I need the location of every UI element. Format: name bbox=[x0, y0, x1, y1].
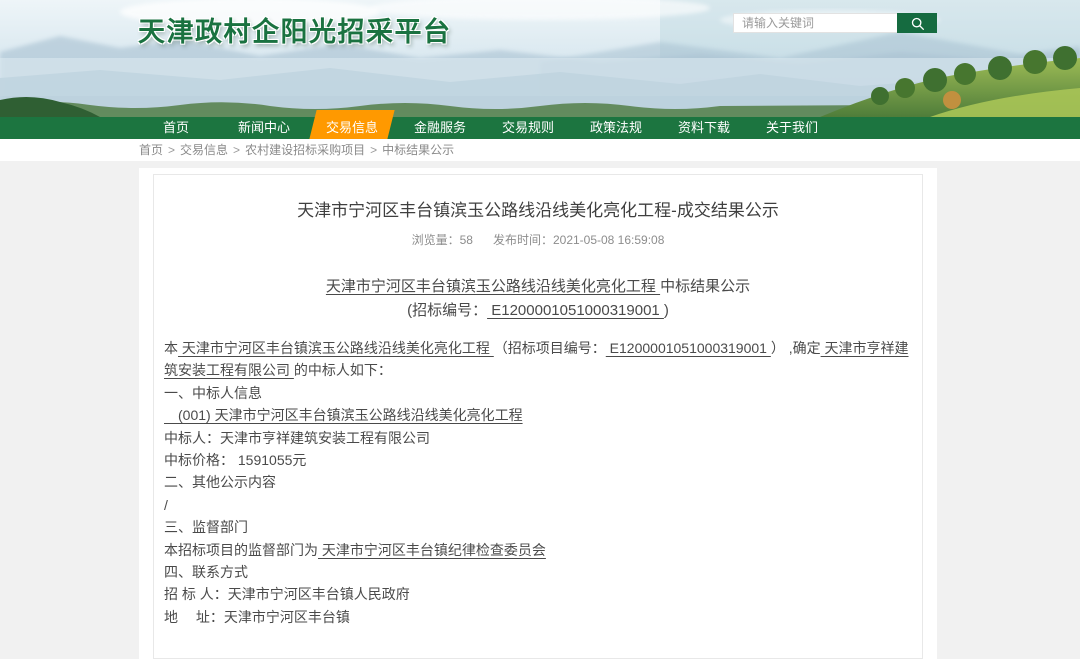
search-input[interactable] bbox=[733, 13, 897, 33]
main-content-area: 天津市宁河区丰台镇滨玉公路线沿线美化亮化工程-成交结果公示 浏览量：58 发布时间… bbox=[0, 161, 1080, 659]
plain-text: ） ,确定 bbox=[771, 340, 821, 356]
plain-text: 的中标人如下： bbox=[294, 362, 392, 378]
plain-text: 地 址：天津市宁河区丰台镇 bbox=[164, 609, 350, 625]
body-line: 中标人：天津市亨祥建筑安装工程有限公司 bbox=[164, 427, 912, 449]
publish-time-label: 发布时间： bbox=[493, 233, 553, 247]
views-count: 58 bbox=[460, 233, 473, 247]
plain-text: 中标结果公示 bbox=[660, 278, 750, 295]
plain-text: 三、监督部门 bbox=[164, 519, 248, 535]
breadcrumb-item[interactable]: 首页 bbox=[139, 143, 163, 157]
notice-title: 天津市宁河区丰台镇滨玉公路线沿线美化亮化工程 中标结果公示 bbox=[164, 275, 912, 299]
plain-text: 中标价格： 1591055元 bbox=[164, 452, 306, 468]
nav-item-trade-info[interactable]: 交易信息 bbox=[308, 117, 396, 139]
search-icon bbox=[910, 16, 925, 31]
breadcrumb-separator: > bbox=[233, 143, 240, 157]
article-body: 本 天津市宁河区丰台镇滨玉公路线沿线美化亮化工程 （招标项目编号： E12000… bbox=[164, 337, 912, 628]
banner: 天津政村企阳光招采平台 bbox=[0, 0, 1080, 117]
underlined-text: (001) 天津市宁河区丰台镇滨玉公路线沿线美化亮化工程 bbox=[164, 407, 523, 423]
breadcrumb-item[interactable]: 交易信息 bbox=[180, 143, 228, 157]
body-line: 地 址：天津市宁河区丰台镇 bbox=[164, 606, 912, 628]
body-line: 三、监督部门 bbox=[164, 516, 912, 538]
body-line: 本招标项目的监督部门为 天津市宁河区丰台镇纪律检查委员会 bbox=[164, 539, 912, 561]
article-meta: 浏览量：58 发布时间：2021-05-08 16:59:08 bbox=[164, 231, 912, 248]
main-nav: 首页 新闻中心 交易信息 金融服务 交易规则 政策法规 资料下载 关于我们 bbox=[0, 117, 1080, 139]
nav-item-home[interactable]: 首页 bbox=[132, 117, 220, 139]
nav-item-label: 首页 bbox=[163, 120, 189, 135]
article-card: 天津市宁河区丰台镇滨玉公路线沿线美化亮化工程-成交结果公示 浏览量：58 发布时间… bbox=[153, 174, 923, 659]
nav-item-downloads[interactable]: 资料下载 bbox=[660, 117, 748, 139]
plain-text: （招标项目编号： bbox=[494, 340, 606, 356]
underlined-text: 天津市宁河区丰台镇滨玉公路线沿线美化亮化工程 bbox=[326, 278, 660, 295]
breadcrumb-separator: > bbox=[168, 143, 175, 157]
search-bar bbox=[733, 13, 937, 33]
plain-text: 招 标 人：天津市宁河区丰台镇人民政府 bbox=[164, 586, 410, 602]
body-line: 一、中标人信息 bbox=[164, 382, 912, 404]
plain-text: ) bbox=[664, 302, 669, 319]
underlined-text: 天津市宁河区丰台镇纪律检查委员会 bbox=[318, 542, 546, 558]
publish-time: 2021-05-08 16:59:08 bbox=[553, 233, 664, 247]
nav-item-policies[interactable]: 政策法规 bbox=[572, 117, 660, 139]
views-label: 浏览量： bbox=[412, 233, 460, 247]
underlined-text: E1200001051000319001 bbox=[487, 302, 664, 319]
nav-item-about[interactable]: 关于我们 bbox=[748, 117, 836, 139]
breadcrumb-separator: > bbox=[370, 143, 377, 157]
plain-text: 中标人：天津市亨祥建筑安装工程有限公司 bbox=[164, 430, 430, 446]
plain-text: 二、其他公示内容 bbox=[164, 474, 276, 490]
nav-item-trade-rules[interactable]: 交易规则 bbox=[484, 117, 572, 139]
nav-item-label: 资料下载 bbox=[678, 120, 730, 135]
breadcrumb: 首页 > 交易信息 > 农村建设招标采购项目 > 中标结果公示 bbox=[0, 139, 1080, 161]
body-line: 二、其他公示内容 bbox=[164, 471, 912, 493]
nav-item-label: 交易信息 bbox=[326, 120, 378, 135]
bid-number-line: (招标编号： E1200001051000319001 ) bbox=[164, 299, 912, 323]
nav-item-label: 新闻中心 bbox=[238, 120, 290, 135]
body-line: 中标价格： 1591055元 bbox=[164, 449, 912, 471]
nav-item-label: 政策法规 bbox=[590, 120, 642, 135]
nav-item-label: 金融服务 bbox=[414, 120, 466, 135]
underlined-text: E1200001051000319001 bbox=[606, 340, 771, 356]
body-line: 招 标 人：天津市宁河区丰台镇人民政府 bbox=[164, 583, 912, 605]
underlined-text: 天津市宁河区丰台镇滨玉公路线沿线美化亮化工程 bbox=[178, 340, 494, 356]
plain-text: 四、联系方式 bbox=[164, 564, 248, 580]
site-title: 天津政村企阳光招采平台 bbox=[138, 10, 452, 49]
breadcrumb-item: 中标结果公示 bbox=[382, 143, 454, 157]
nav-item-news[interactable]: 新闻中心 bbox=[220, 117, 308, 139]
plain-text: (招标编号： bbox=[407, 302, 487, 319]
body-line: / bbox=[164, 494, 912, 516]
content-wrapper: 天津市宁河区丰台镇滨玉公路线沿线美化亮化工程-成交结果公示 浏览量：58 发布时间… bbox=[139, 168, 937, 659]
nav-item-financial-services[interactable]: 金融服务 bbox=[396, 117, 484, 139]
body-line: 本 天津市宁河区丰台镇滨玉公路线沿线美化亮化工程 （招标项目编号： E12000… bbox=[164, 337, 912, 382]
breadcrumb-item[interactable]: 农村建设招标采购项目 bbox=[245, 143, 365, 157]
plain-text: 本招标项目的监督部门为 bbox=[164, 542, 318, 558]
nav-item-label: 交易规则 bbox=[502, 120, 554, 135]
nav-item-label: 关于我们 bbox=[766, 120, 818, 135]
plain-text: 一、中标人信息 bbox=[164, 385, 262, 401]
article-title: 天津市宁河区丰台镇滨玉公路线沿线美化亮化工程-成交结果公示 bbox=[164, 196, 912, 221]
plain-text: 本 bbox=[164, 340, 178, 356]
body-line: (001) 天津市宁河区丰台镇滨玉公路线沿线美化亮化工程 bbox=[164, 404, 912, 426]
body-line: 四、联系方式 bbox=[164, 561, 912, 583]
search-button[interactable] bbox=[897, 13, 937, 33]
plain-text: / bbox=[164, 497, 168, 513]
